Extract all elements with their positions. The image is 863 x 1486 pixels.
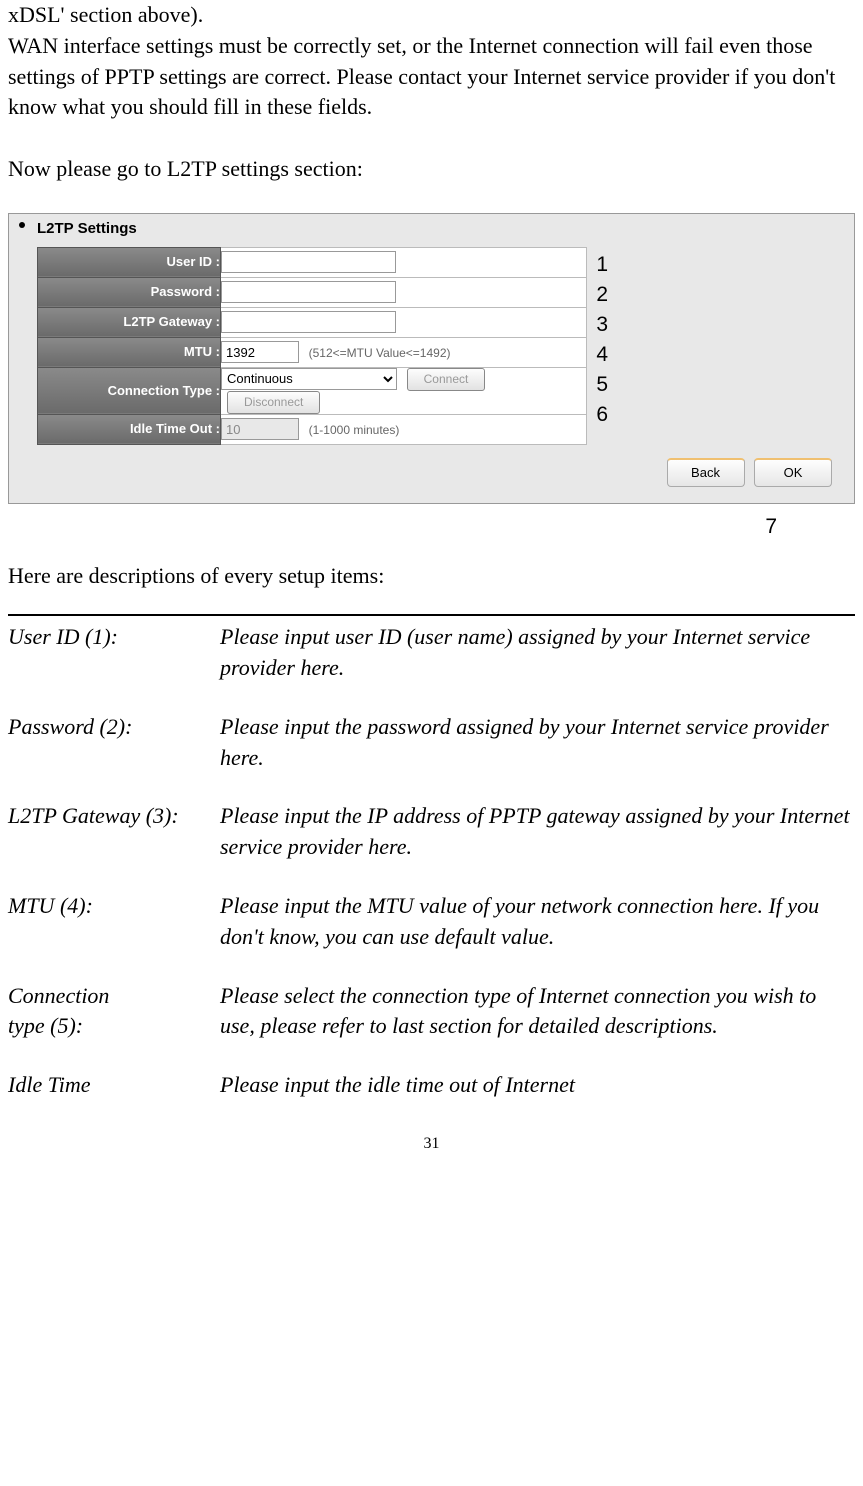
desc-term: MTU (4): bbox=[8, 891, 220, 953]
cell-mtu: (512<=MTU Value<=1492) bbox=[221, 337, 587, 367]
annotation-7: 7 bbox=[8, 512, 855, 541]
intro-line-1: xDSL' section above). bbox=[8, 0, 855, 31]
cell-connection-type: Continuous Connect Disconnect bbox=[221, 367, 587, 414]
desc-def: Please input user ID (user name) assigne… bbox=[220, 622, 855, 684]
descriptions-intro: Here are descriptions of every setup ite… bbox=[8, 561, 855, 592]
annotation-1: 1 bbox=[596, 250, 608, 279]
password-input[interactable] bbox=[221, 281, 396, 303]
desc-term: L2TP Gateway (3): bbox=[8, 801, 220, 863]
desc-row-idle-time: Idle Time Please input the idle time out… bbox=[8, 1070, 855, 1101]
row-user-id: User ID : bbox=[38, 247, 587, 277]
connect-button[interactable]: Connect bbox=[407, 368, 486, 391]
row-gateway: L2TP Gateway : bbox=[38, 307, 587, 337]
desc-def: Please input the password assigned by yo… bbox=[220, 712, 855, 774]
desc-row-user-id: User ID (1): Please input user ID (user … bbox=[8, 622, 855, 684]
idle-timeout-input[interactable] bbox=[221, 418, 299, 440]
label-mtu: MTU : bbox=[38, 337, 221, 367]
connection-type-select[interactable]: Continuous bbox=[221, 368, 397, 390]
desc-term: Idle Time bbox=[8, 1070, 220, 1101]
desc-def: Please input the idle time out of Intern… bbox=[220, 1070, 855, 1101]
row-password: Password : bbox=[38, 277, 587, 307]
row-idle-timeout: Idle Time Out : (1-1000 minutes) bbox=[38, 414, 587, 444]
label-connection-type: Connection Type : bbox=[38, 367, 221, 414]
settings-title: L2TP Settings bbox=[37, 218, 137, 239]
desc-term: Password (2): bbox=[8, 712, 220, 774]
desc-row-connection-type: Connection type (5): Please select the c… bbox=[8, 981, 855, 1043]
desc-row-mtu: MTU (4): Please input the MTU value of y… bbox=[8, 891, 855, 953]
bottom-button-bar: Back OK bbox=[9, 445, 854, 503]
cell-user-id bbox=[221, 247, 587, 277]
label-user-id: User ID : bbox=[38, 247, 221, 277]
idle-hint: (1-1000 minutes) bbox=[309, 423, 400, 437]
intro-paragraph-2: WAN interface settings must be correctly… bbox=[8, 31, 855, 123]
annotation-5: 5 bbox=[596, 370, 608, 399]
page-number: 31 bbox=[8, 1133, 855, 1155]
desc-term: Connection type (5): bbox=[8, 981, 220, 1043]
label-gateway: L2TP Gateway : bbox=[38, 307, 221, 337]
cell-password bbox=[221, 277, 587, 307]
desc-def: Please input the IP address of PPTP gate… bbox=[220, 801, 855, 863]
intro-block: xDSL' section above). WAN interface sett… bbox=[8, 0, 855, 185]
settings-header: L2TP Settings bbox=[9, 214, 854, 247]
desc-row-gateway: L2TP Gateway (3): Please input the IP ad… bbox=[8, 801, 855, 863]
mtu-input[interactable] bbox=[221, 341, 299, 363]
descriptions-block: User ID (1): Please input user ID (user … bbox=[8, 614, 855, 1101]
annotation-4: 4 bbox=[596, 340, 608, 369]
bullet-icon bbox=[19, 222, 25, 228]
label-idle-timeout: Idle Time Out : bbox=[38, 414, 221, 444]
cell-idle-timeout: (1-1000 minutes) bbox=[221, 414, 587, 444]
user-id-input[interactable] bbox=[221, 251, 396, 273]
intro-paragraph-3: Now please go to L2TP settings section: bbox=[8, 154, 855, 185]
annotation-3: 3 bbox=[596, 310, 608, 339]
row-mtu: MTU : (512<=MTU Value<=1492) bbox=[38, 337, 587, 367]
label-password: Password : bbox=[38, 277, 221, 307]
back-button[interactable]: Back bbox=[667, 458, 745, 487]
annotation-2: 2 bbox=[596, 280, 608, 309]
desc-def: Please input the MTU value of your netwo… bbox=[220, 891, 855, 953]
cell-gateway bbox=[221, 307, 587, 337]
disconnect-button[interactable]: Disconnect bbox=[227, 391, 320, 414]
row-connection-type: Connection Type : Continuous Connect Dis… bbox=[38, 367, 587, 414]
desc-term: User ID (1): bbox=[8, 622, 220, 684]
mtu-hint: (512<=MTU Value<=1492) bbox=[309, 346, 451, 360]
l2tp-settings-panel: L2TP Settings User ID : Password : L2TP … bbox=[8, 213, 855, 504]
settings-form-table: User ID : Password : L2TP Gateway : MTU … bbox=[37, 247, 587, 445]
desc-def: Please select the connection type of Int… bbox=[220, 981, 855, 1043]
gateway-input[interactable] bbox=[221, 311, 396, 333]
desc-row-password: Password (2): Please input the password … bbox=[8, 712, 855, 774]
ok-button[interactable]: OK bbox=[754, 458, 832, 487]
annotation-6: 6 bbox=[596, 400, 608, 429]
